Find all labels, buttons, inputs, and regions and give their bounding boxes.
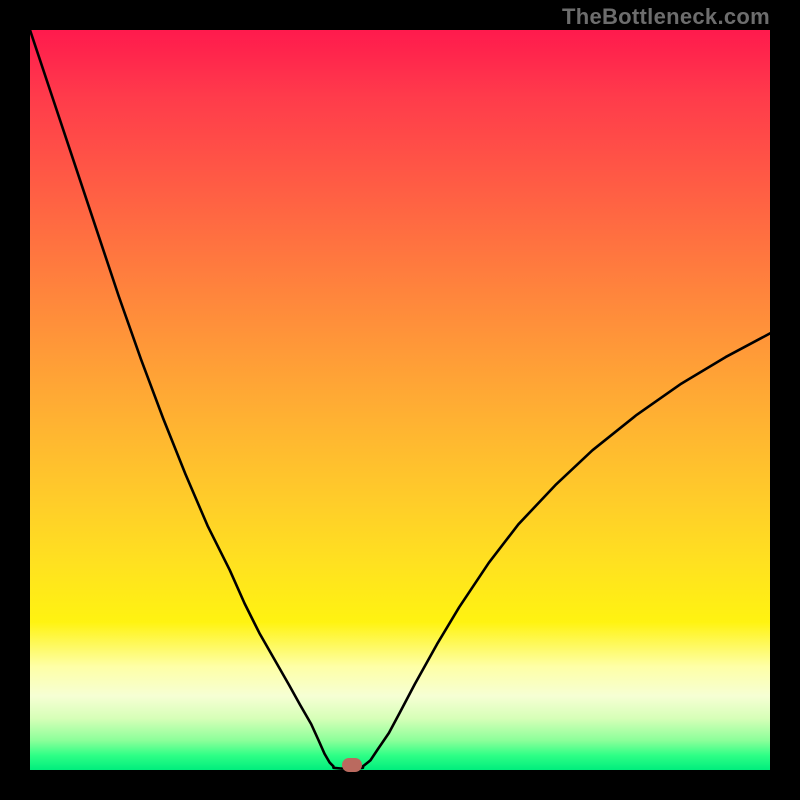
plot-area xyxy=(30,30,770,770)
chart-frame: TheBottleneck.com xyxy=(0,0,800,800)
bottleneck-curve xyxy=(30,30,770,770)
watermark-text: TheBottleneck.com xyxy=(562,4,770,30)
optimum-marker xyxy=(342,758,362,772)
